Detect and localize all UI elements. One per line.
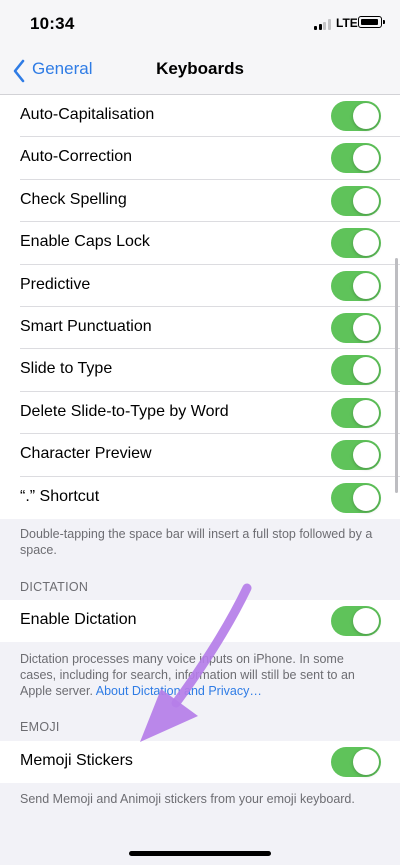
page-title: Keyboards bbox=[156, 59, 244, 78]
dictation-header: DICTATION bbox=[20, 580, 89, 594]
network-type: LTE bbox=[336, 16, 358, 30]
setting-label: Auto-Capitalisation bbox=[20, 106, 155, 123]
toggle-knob bbox=[353, 608, 379, 634]
setting-row-smart-punctuation: Smart Punctuation bbox=[0, 307, 400, 350]
setting-row-period-shortcut: “.” Shortcut bbox=[0, 477, 400, 519]
toggle-knob bbox=[353, 145, 379, 172]
slide-to-type-toggle[interactable] bbox=[331, 355, 381, 386]
dictation-footer: Dictation processes many voice inputs on… bbox=[20, 651, 382, 699]
setting-label: Slide to Type bbox=[20, 360, 113, 378]
delete-slide-to-type-toggle[interactable] bbox=[331, 397, 381, 428]
setting-row-character-preview: Character Preview bbox=[0, 434, 400, 477]
toggle-knob bbox=[353, 314, 379, 341]
status-time: 10:34 bbox=[30, 14, 75, 33]
shortcut-footer: Double-tapping the space bar will insert… bbox=[20, 527, 373, 557]
predictive-toggle[interactable] bbox=[331, 270, 381, 301]
toggle-knob bbox=[353, 272, 379, 299]
setting-row-auto-capitalisation: Auto-Capitalisation bbox=[0, 95, 400, 138]
emoji-group: Memoji Stickers bbox=[0, 741, 400, 784]
enable-caps-lock-toggle[interactable] bbox=[331, 228, 381, 259]
setting-label: Enable Dictation bbox=[20, 611, 137, 628]
setting-label: Smart Punctuation bbox=[20, 317, 152, 335]
toggle-knob bbox=[353, 103, 379, 129]
setting-row-enable-caps-lock: Enable Caps Lock bbox=[0, 222, 400, 265]
emoji-header: EMOJI bbox=[20, 720, 60, 734]
status-bar: 10:34 LTE bbox=[0, 0, 400, 50]
smart-punctuation-toggle[interactable] bbox=[331, 312, 381, 343]
toggle-knob bbox=[353, 399, 379, 426]
signal-icon bbox=[314, 18, 332, 30]
toggle-knob bbox=[353, 187, 379, 214]
setting-row-enable-dictation: Enable Dictation bbox=[0, 600, 400, 642]
setting-label: Enable Caps Lock bbox=[20, 233, 150, 251]
emoji-footer: Send Memoji and Animoji stickers from yo… bbox=[20, 792, 355, 806]
setting-label: Check Spelling bbox=[20, 190, 127, 208]
enable-dictation-toggle[interactable] bbox=[331, 606, 381, 636]
period-shortcut-toggle[interactable] bbox=[331, 482, 381, 513]
setting-row-delete-slide-to-type: Delete Slide-to-Type by Word bbox=[0, 392, 400, 435]
setting-label: Auto-Correction bbox=[20, 148, 133, 166]
memoji-stickers-toggle[interactable] bbox=[331, 747, 381, 777]
scrollbar[interactable] bbox=[395, 258, 398, 493]
auto-correction-toggle[interactable] bbox=[331, 143, 381, 174]
setting-label: Character Preview bbox=[20, 445, 152, 463]
setting-label: Delete Slide-to-Type by Word bbox=[20, 402, 229, 420]
setting-row-predictive: Predictive bbox=[0, 265, 400, 307]
dictation-group: Enable Dictation bbox=[0, 600, 400, 643]
setting-label: Predictive bbox=[20, 275, 91, 293]
home-indicator[interactable] bbox=[129, 851, 271, 856]
dictation-privacy-link[interactable]: About Dictation and Privacy… bbox=[96, 684, 262, 698]
keyboard-settings-group: Auto-Capitalisation Auto-Correction Chec… bbox=[0, 95, 400, 519]
setting-row-check-spelling: Check Spelling bbox=[0, 180, 400, 223]
toggle-knob bbox=[353, 357, 379, 384]
setting-row-memoji-stickers: Memoji Stickers bbox=[0, 741, 400, 783]
toggle-knob bbox=[353, 484, 379, 511]
character-preview-toggle[interactable] bbox=[331, 440, 381, 471]
toggle-knob bbox=[353, 749, 379, 775]
battery-icon bbox=[358, 16, 385, 28]
navigation-bar: General Keyboards bbox=[0, 50, 400, 95]
setting-label: Memoji Stickers bbox=[20, 752, 133, 769]
check-spelling-toggle[interactable] bbox=[331, 185, 381, 216]
auto-capitalisation-toggle[interactable] bbox=[331, 101, 381, 131]
setting-label: “.” Shortcut bbox=[20, 487, 100, 505]
setting-row-slide-to-type: Slide to Type bbox=[0, 349, 400, 392]
toggle-knob bbox=[353, 442, 379, 469]
setting-row-auto-correction: Auto-Correction bbox=[0, 137, 400, 180]
toggle-knob bbox=[353, 230, 379, 257]
